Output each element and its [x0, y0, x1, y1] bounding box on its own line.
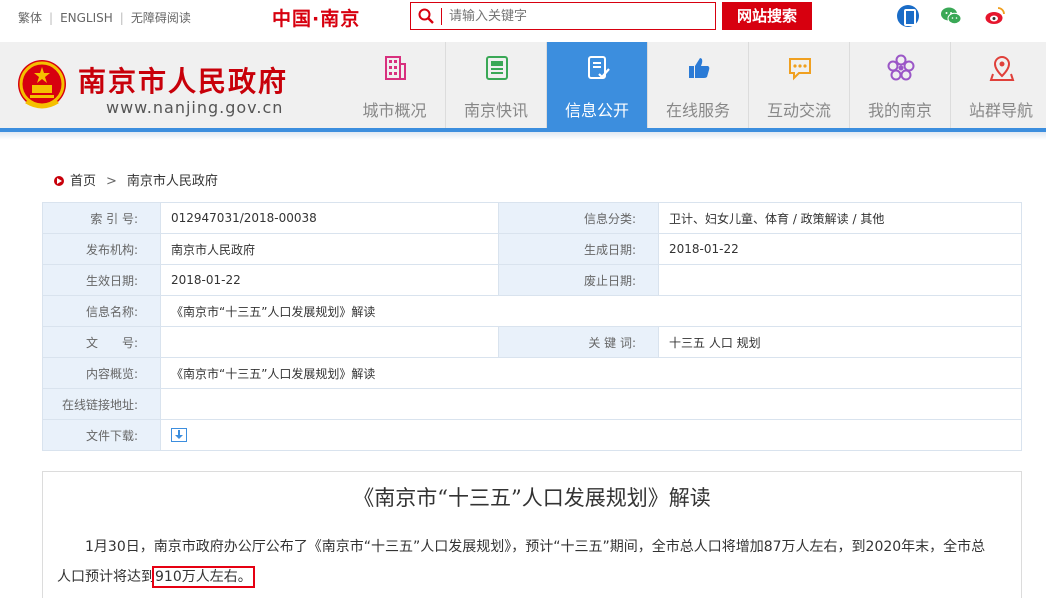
- national-emblem-icon: [18, 60, 66, 109]
- nav-my-nanjing[interactable]: 我的南京: [849, 42, 950, 128]
- publisher-label: 发布机构:: [42, 233, 161, 265]
- download-icon[interactable]: [171, 428, 187, 443]
- building-icon: [385, 56, 406, 80]
- table-row: 内容概览: 《南京市“十三五”人口发展规划》解读: [42, 357, 1022, 389]
- traditional-chinese-link[interactable]: 繁体: [18, 11, 42, 25]
- article-body: 1月30日，南京市政府办公厅公布了《南京市“十三五”人口发展规划》，预计“十三五…: [57, 532, 999, 592]
- info-name-value: 《南京市“十三五”人口发展规划》解读: [160, 295, 1022, 327]
- document-number-label: 文 号:: [42, 326, 161, 358]
- nav-city-overview[interactable]: 城市概况: [344, 42, 445, 128]
- table-row: 在线链接地址:: [42, 388, 1022, 420]
- summary-value: 《南京市“十三五”人口发展规划》解读: [160, 357, 1022, 389]
- nav-label: 我的南京: [867, 101, 932, 120]
- info-metadata-table: 索 引 号: 012947031/2018-00038 信息分类: 卫计、妇女儿…: [42, 202, 1022, 451]
- highlighted-population-figure: 910万人左右。: [152, 566, 255, 588]
- file-download-label: 文件下载:: [42, 419, 161, 451]
- publisher-value: 南京市人民政府: [160, 233, 499, 265]
- nav-info-disclosure[interactable]: 信息公开: [546, 42, 647, 128]
- site-name[interactable]: 南京市人民政府: [78, 60, 288, 100]
- search-icon: [418, 8, 434, 24]
- summary-label: 内容概览:: [42, 357, 161, 389]
- breadcrumb-home[interactable]: 首页: [70, 174, 96, 189]
- info-name-label: 信息名称:: [42, 295, 161, 327]
- chat-icon: [789, 58, 811, 81]
- table-row: 文件下载:: [42, 419, 1022, 451]
- nav-label: 互动交流: [766, 101, 831, 120]
- abolished-date-label: 废止日期:: [498, 264, 659, 296]
- nav-label: 信息公开: [564, 101, 629, 120]
- document-check-icon: [588, 56, 610, 79]
- separator: |: [119, 11, 124, 25]
- article-title: 《南京市“十三五”人口发展规划》解读: [353, 486, 711, 510]
- table-row: 信息名称: 《南京市“十三五”人口发展规划》解读: [42, 295, 1022, 327]
- index-label: 索 引 号:: [42, 202, 161, 234]
- nav-label: 站群导航: [968, 101, 1033, 120]
- header-shadow: [0, 132, 1046, 140]
- chevron-right-icon: >: [106, 174, 117, 189]
- thumbs-up-icon: [689, 58, 710, 78]
- table-row: 生效日期: 2018-01-22 废止日期:: [42, 264, 1022, 296]
- main-nav: 城市概况 南京快讯 信息公开 在线服务 互动交流 我的南京 站群导航: [344, 42, 1046, 128]
- table-row: 索 引 号: 012947031/2018-00038 信息分类: 卫计、妇女儿…: [42, 202, 1022, 234]
- location-pin-icon: [989, 55, 1015, 81]
- nav-label: 在线服务: [665, 101, 730, 120]
- keywords-label: 关 键 词:: [498, 326, 659, 358]
- keywords-value: 十三五 人口 规划: [658, 326, 1022, 358]
- nav-interaction[interactable]: 互动交流: [748, 42, 849, 128]
- breadcrumb-current[interactable]: 南京市人民政府: [127, 174, 218, 189]
- nav-nanjing-news[interactable]: 南京快讯: [445, 42, 546, 128]
- nav-online-service[interactable]: 在线服务: [647, 42, 748, 128]
- site-header: 南京市人民政府 www.nanjing.gov.cn 城市概况 南京快讯 信息公…: [0, 42, 1046, 128]
- table-row: 文 号: 关 键 词: 十三五 人口 规划: [42, 326, 1022, 358]
- article: 《南京市“十三五”人口发展规划》解读 1月30日，南京市政府办公厅公布了《南京市…: [42, 471, 1022, 598]
- index-value: 012947031/2018-00038: [160, 202, 499, 234]
- created-date-value: 2018-01-22: [658, 233, 1022, 265]
- abolished-date-value: [658, 264, 1022, 296]
- flower-icon: [887, 54, 915, 81]
- file-download-cell: [160, 419, 1022, 451]
- search-divider: [441, 8, 442, 25]
- effective-date-label: 生效日期:: [42, 264, 161, 296]
- nav-site-navigation[interactable]: 站群导航: [950, 42, 1046, 128]
- online-link-value[interactable]: [160, 388, 1022, 420]
- wechat-icon[interactable]: [940, 5, 962, 27]
- top-bar: 繁体 | ENGLISH | 无障碍阅读 中国·南京 网站搜索: [0, 0, 1046, 34]
- table-row: 发布机构: 南京市人民政府 生成日期: 2018-01-22: [42, 233, 1022, 265]
- online-link-label: 在线链接地址:: [42, 388, 161, 420]
- search-input[interactable]: [449, 6, 709, 26]
- english-link[interactable]: ENGLISH: [60, 11, 113, 25]
- effective-date-value: 2018-01-22: [160, 264, 499, 296]
- separator: |: [49, 11, 54, 25]
- home-play-icon: [54, 176, 64, 186]
- category-label: 信息分类:: [498, 202, 659, 234]
- nav-label: 南京快讯: [463, 101, 528, 120]
- search-box: [410, 2, 716, 30]
- newspaper-icon: [486, 56, 508, 80]
- top-links: 繁体 | ENGLISH | 无障碍阅读: [18, 9, 191, 26]
- weibo-icon[interactable]: [984, 5, 1006, 27]
- created-date-label: 生成日期:: [498, 233, 659, 265]
- nav-label: 城市概况: [362, 101, 427, 120]
- accessibility-link[interactable]: 无障碍阅读: [131, 11, 191, 25]
- site-search-button[interactable]: 网站搜索: [722, 2, 812, 30]
- document-number-value: [160, 326, 499, 358]
- mobile-icon[interactable]: [897, 5, 919, 27]
- breadcrumb: 首页 > 南京市人民政府: [54, 170, 218, 189]
- china-nanjing-logo[interactable]: 中国·南京: [272, 4, 360, 31]
- site-url: www.nanjing.gov.cn: [106, 98, 284, 117]
- category-value: 卫计、妇女儿童、体育 / 政策解读 / 其他: [658, 202, 1022, 234]
